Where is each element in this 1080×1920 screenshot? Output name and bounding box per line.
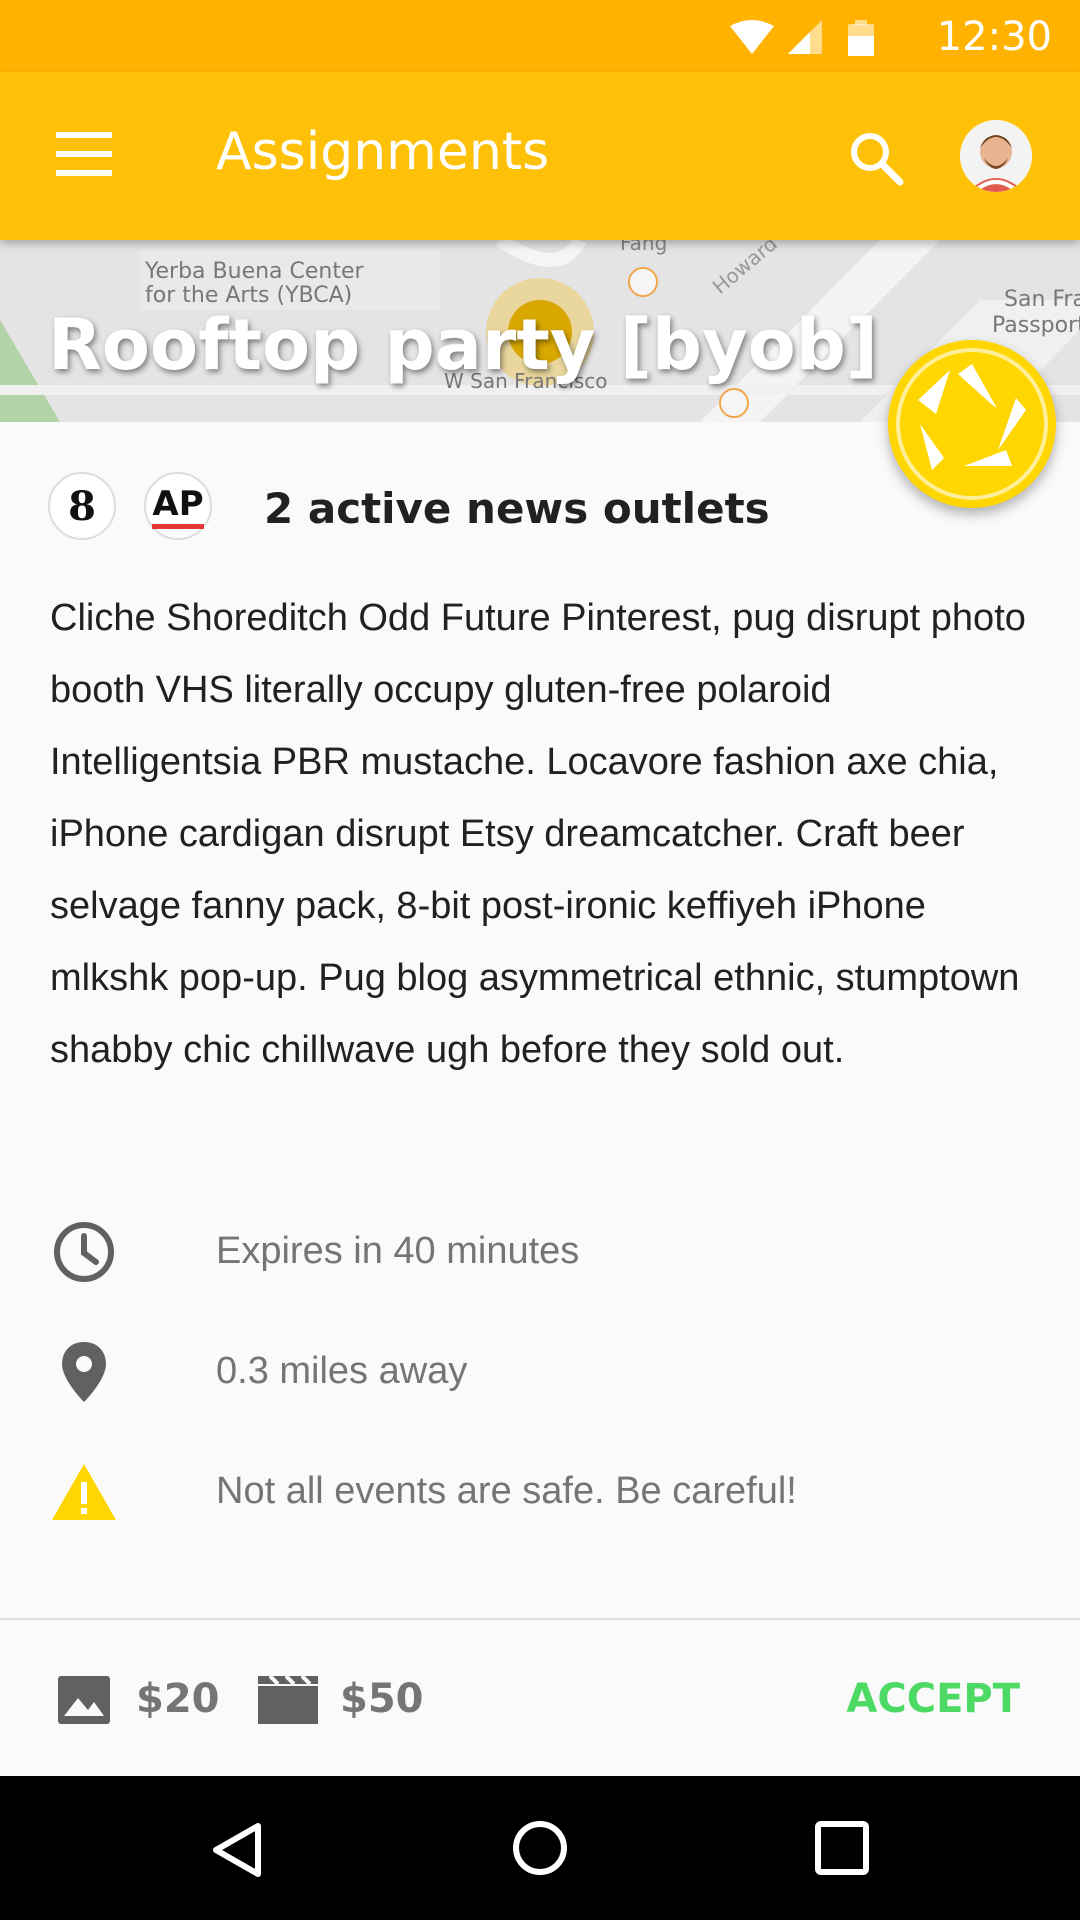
search-icon[interactable] <box>846 128 906 188</box>
video-icon <box>256 1672 320 1733</box>
home-icon[interactable] <box>510 1818 570 1883</box>
navigation-bar <box>0 1776 1080 1920</box>
avatar[interactable] <box>960 120 1032 192</box>
photo-icon <box>56 1672 112 1733</box>
map-label: Passport <box>992 313 1080 338</box>
outlets-count-label: 2 active news outlets <box>264 484 770 533</box>
assignment-description: Cliche Shoreditch Odd Future Pinterest, … <box>50 597 1026 1071</box>
distance-text: 0.3 miles away <box>216 1350 468 1392</box>
warning-text: Not all events are safe. Be careful! <box>216 1470 797 1512</box>
aperture-icon <box>896 348 1048 500</box>
menu-icon[interactable] <box>56 132 112 176</box>
location-pin-icon <box>50 1338 118 1406</box>
back-icon[interactable] <box>208 1820 268 1885</box>
ap-outlet-logo[interactable]: AP <box>144 472 212 540</box>
signal-icon <box>788 20 822 54</box>
status-icons <box>730 20 890 61</box>
app-bar: Assignments <box>0 72 1080 240</box>
map-label: Yerba Buena Center <box>144 259 365 284</box>
map-label: San Fra <box>1004 287 1080 312</box>
photo-price: $20 <box>136 1676 220 1722</box>
nbc-outlet-logo[interactable]: 8 <box>48 472 116 540</box>
expiry-text: Expires in 40 minutes <box>216 1230 580 1272</box>
warning-row: Not all events are safe. Be careful! <box>0 1452 1080 1532</box>
wifi-icon <box>730 20 774 54</box>
video-price: $50 <box>340 1676 424 1722</box>
page-title: Assignments <box>216 122 550 182</box>
assignment-title: Rooftop party [byob] <box>48 304 878 386</box>
clock-icon <box>50 1218 118 1286</box>
expiry-row: Expires in 40 minutes <box>0 1212 1080 1292</box>
assignment-footer: $20 $50 ACCEPT <box>0 1618 1080 1778</box>
distance-row: 0.3 miles away <box>0 1332 1080 1412</box>
status-bar: 12:30 <box>0 0 1080 72</box>
clock-time: 12:30 <box>936 14 1052 60</box>
battery-icon <box>848 20 874 56</box>
warning-icon <box>50 1458 118 1526</box>
accept-button[interactable]: ACCEPT <box>846 1676 1020 1722</box>
map-label: Fang <box>620 240 667 255</box>
recents-icon[interactable] <box>812 1818 872 1883</box>
camera-fab-button[interactable] <box>888 340 1056 508</box>
